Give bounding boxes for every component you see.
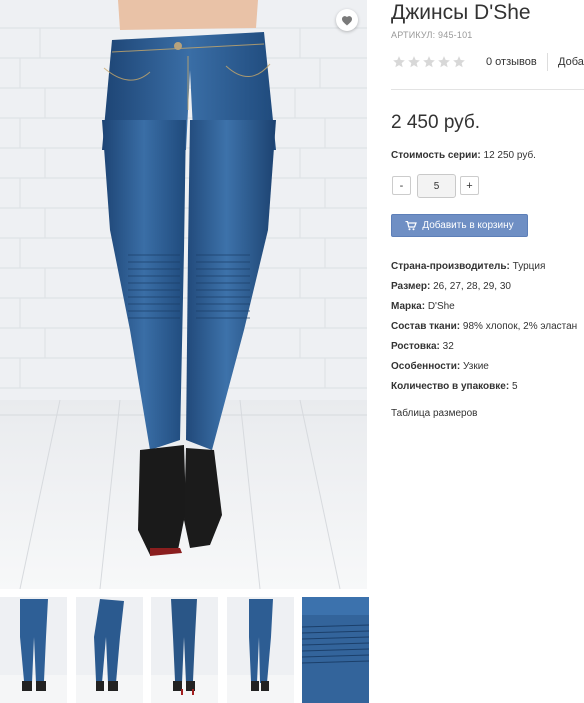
product-price: 2 450 руб. — [391, 112, 481, 133]
series-price-label: Стоимость серии: — [391, 150, 481, 161]
spec-row: Особенности: Узкие — [391, 361, 584, 381]
spec-value: 5 — [511, 381, 518, 392]
spec-value: Турция — [512, 261, 546, 272]
wishlist-button[interactable] — [336, 9, 358, 31]
thumbnail-strip — [0, 597, 370, 703]
thumbnail-4[interactable] — [227, 597, 294, 703]
add-to-cart-button[interactable]: Добавить в корзину — [391, 214, 528, 237]
series-price-value: 12 250 руб. — [483, 150, 536, 161]
star-icon — [438, 56, 450, 68]
spec-label: Размер: — [391, 281, 431, 292]
sku: АРТИКУЛ: 945-101 — [391, 30, 472, 40]
add-to-cart-label: Добавить в корзину — [422, 220, 514, 231]
star-icon — [393, 56, 405, 68]
thumbnail-1[interactable] — [0, 597, 67, 703]
spec-row: Ростовка: 32 — [391, 341, 584, 361]
main-product-photo[interactable] — [0, 0, 367, 589]
thumbnail-3[interactable] — [151, 597, 218, 703]
spec-label: Количество в упаковке: — [391, 381, 510, 392]
star-icon — [453, 56, 465, 68]
spec-row: Страна-производитель: Турция — [391, 261, 584, 281]
spec-value: 32 — [442, 341, 454, 352]
header-divider — [391, 89, 584, 90]
cart-icon — [405, 220, 418, 231]
spec-label: Состав ткани: — [391, 321, 461, 332]
sku-value: 945-101 — [438, 30, 473, 40]
spec-list: Страна-производитель: Турция Размер: 26,… — [391, 261, 584, 401]
spec-label: Страна-производитель: — [391, 261, 510, 272]
quantity-decrease-button[interactable]: - — [392, 176, 411, 195]
heart-icon — [341, 15, 353, 26]
spec-value: 26, 27, 28, 29, 30 — [433, 281, 511, 292]
product-title: Джинсы D'She — [391, 1, 531, 24]
reviews-link[interactable]: 0 отзывов — [486, 56, 537, 68]
star-icon — [423, 56, 435, 68]
product-info: Джинсы D'She АРТИКУЛ: 945-101 0 отзывов … — [391, 0, 584, 703]
sku-label: АРТИКУЛ: — [391, 30, 436, 40]
quantity-increase-button[interactable]: + — [460, 176, 479, 195]
spec-value: D'She — [427, 301, 455, 312]
thumbnail-5[interactable] — [302, 597, 369, 703]
spec-value: Узкие — [462, 361, 489, 372]
spec-value: 98% хлопок, 2% эластан — [462, 321, 578, 332]
spec-label: Особенности: — [391, 361, 461, 372]
size-table-link[interactable]: Таблица размеров — [391, 408, 477, 419]
spec-label: Марка: — [391, 301, 426, 312]
quantity-input[interactable] — [417, 174, 456, 198]
spec-row: Размер: 26, 27, 28, 29, 30 — [391, 281, 584, 301]
quantity-stepper: - + — [392, 174, 492, 198]
rating-stars[interactable] — [392, 55, 467, 74]
series-price: Стоимость серии: 12 250 руб. — [391, 150, 536, 161]
rating-row: 0 отзывов Добавить отзыв — [391, 53, 584, 71]
spec-row: Состав ткани: 98% хлопок, 2% эластан — [391, 321, 584, 341]
thumbnail-2[interactable] — [76, 597, 143, 703]
spec-row: Количество в упаковке: 5 — [391, 381, 584, 401]
star-icon — [408, 56, 420, 68]
spec-row: Марка: D'She — [391, 301, 584, 321]
spec-label: Ростовка: — [391, 341, 440, 352]
rating-divider — [547, 53, 548, 71]
add-review-link[interactable]: Добавить отзыв — [558, 56, 584, 68]
